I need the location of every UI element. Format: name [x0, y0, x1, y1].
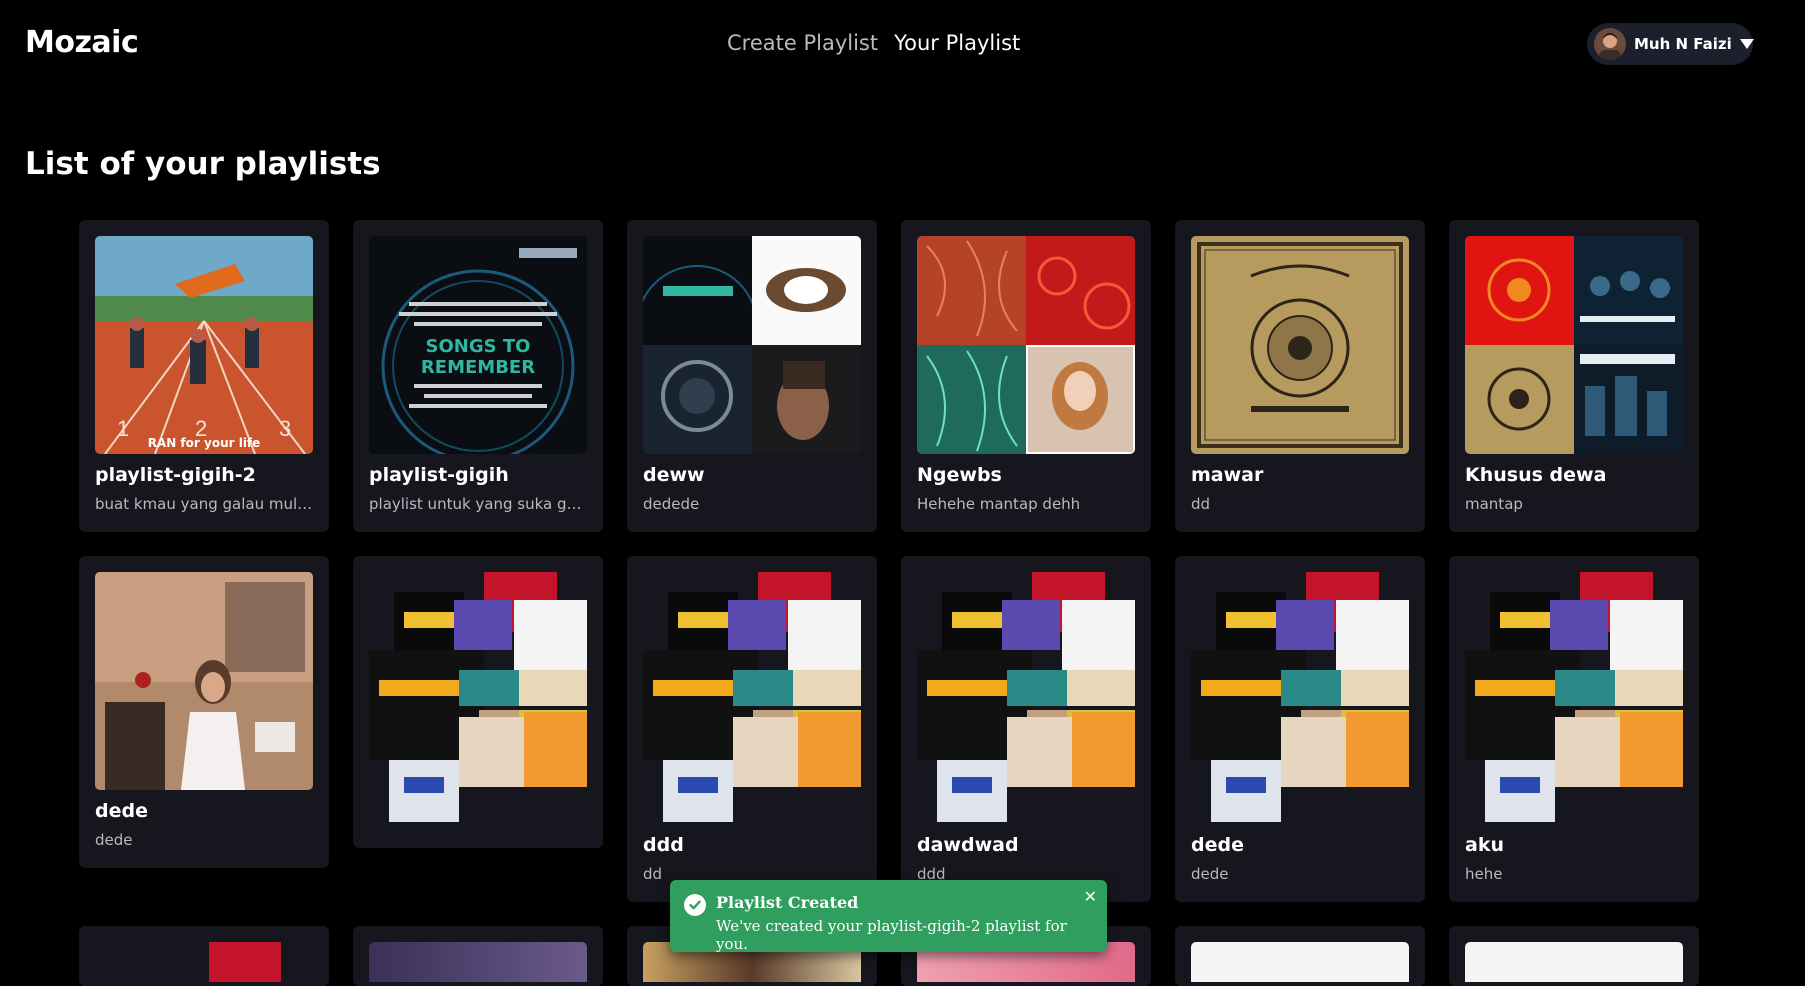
playlist-card[interactable]	[1175, 926, 1425, 986]
toast-content: Playlist Created We've created your play…	[716, 893, 1093, 953]
cover-caption: RAN for your life	[147, 436, 261, 450]
playlist-title: dede	[95, 800, 148, 822]
playlist-card[interactable]: deww dedede	[627, 220, 877, 532]
playlist-card[interactable]: aku hehe	[1449, 556, 1699, 902]
playlist-description: playlist untuk yang suka galau	[369, 495, 587, 513]
playlist-card[interactable]: dawdwad ddd	[901, 556, 1151, 902]
playlist-card[interactable]	[1449, 926, 1699, 986]
playlist-card[interactable]: mawar dd	[1175, 220, 1425, 532]
playlist-title: ddd	[643, 834, 684, 856]
playlist-description: buat kmau yang galau mulu i...	[95, 495, 313, 513]
playlist-cover: 1 2 3 RAN for your life	[95, 236, 313, 454]
playlist-cover	[1465, 236, 1683, 454]
playlist-title: playlist-gigih-2	[95, 464, 256, 486]
playlist-title: deww	[643, 464, 705, 486]
toast-title: Playlist Created	[716, 893, 859, 912]
playlist-cover	[917, 236, 1135, 454]
playlist-card[interactable]: Ngewbs Hehehe mantap dehh	[901, 220, 1151, 532]
nav-create-playlist[interactable]: Create Playlist	[727, 31, 878, 55]
playlist-title: aku	[1465, 834, 1504, 856]
playlist-card[interactable]: dede dede	[79, 556, 329, 868]
user-name: Muh N Faizi	[1634, 35, 1732, 53]
playlist-title: Khusus dewa	[1465, 464, 1607, 486]
playlist-cover	[1465, 572, 1683, 822]
playlist-description: mantap	[1465, 495, 1523, 513]
playlist-description: dede	[1191, 865, 1229, 883]
playlist-cover	[1191, 942, 1409, 982]
toast-notification: Playlist Created We've created your play…	[670, 880, 1107, 953]
toast-message: We've created your playlist-gigih-2 play…	[716, 917, 1067, 953]
playlist-cover	[643, 572, 861, 822]
nav-your-playlist[interactable]: Your Playlist	[894, 31, 1020, 55]
playlist-cover: SONGS TO REMEMBER	[369, 236, 587, 454]
playlist-title: playlist-gigih	[369, 464, 509, 486]
check-circle-icon	[684, 894, 706, 916]
close-icon[interactable]: ✕	[1084, 887, 1097, 906]
playlist-cover	[1191, 572, 1409, 822]
playlist-cover	[1191, 236, 1409, 454]
user-menu[interactable]: Muh N Faizi	[1587, 23, 1754, 65]
playlist-cover	[1465, 942, 1683, 982]
playlist-description: dd	[1191, 495, 1211, 513]
playlist-card[interactable]: Khusus dewa mantap	[1449, 220, 1699, 532]
playlist-card[interactable]: SONGS TO REMEMBER playlist-gigih playlis…	[353, 220, 603, 532]
page-title: List of your playlists	[25, 146, 381, 182]
playlist-cover	[95, 572, 313, 790]
playlist-title: dawdwad	[917, 834, 1019, 856]
playlist-cover	[369, 942, 587, 982]
playlist-card[interactable]: ddd dd	[627, 556, 877, 902]
playlist-card[interactable]: 1 2 3 RAN for your life playlist-gigih-2…	[79, 220, 329, 532]
playlist-description: dedede	[643, 495, 700, 513]
playlist-title: Ngewbs	[917, 464, 1002, 486]
top-nav: Create Playlist Your Playlist	[727, 31, 1020, 55]
playlist-description: Hehehe mantap dehh	[917, 495, 1081, 513]
playlist-cover	[209, 942, 281, 982]
playlist-card[interactable]	[353, 556, 603, 848]
playlist-card[interactable]	[353, 926, 603, 986]
app-logo[interactable]: Mozaic	[25, 25, 139, 60]
cover-caption: SONGS TO REMEMBER	[420, 336, 536, 378]
playlist-title: mawar	[1191, 464, 1264, 486]
chevron-down-icon[interactable]	[1739, 39, 1754, 49]
playlist-cover	[369, 572, 587, 822]
playlist-description: dede	[95, 831, 133, 849]
playlist-card[interactable]	[79, 926, 329, 986]
avatar	[1594, 28, 1626, 60]
playlist-title: dede	[1191, 834, 1244, 856]
playlist-card[interactable]: dede dede	[1175, 556, 1425, 902]
playlist-cover	[643, 236, 861, 454]
playlist-description: hehe	[1465, 865, 1503, 883]
playlist-cover	[917, 572, 1135, 822]
